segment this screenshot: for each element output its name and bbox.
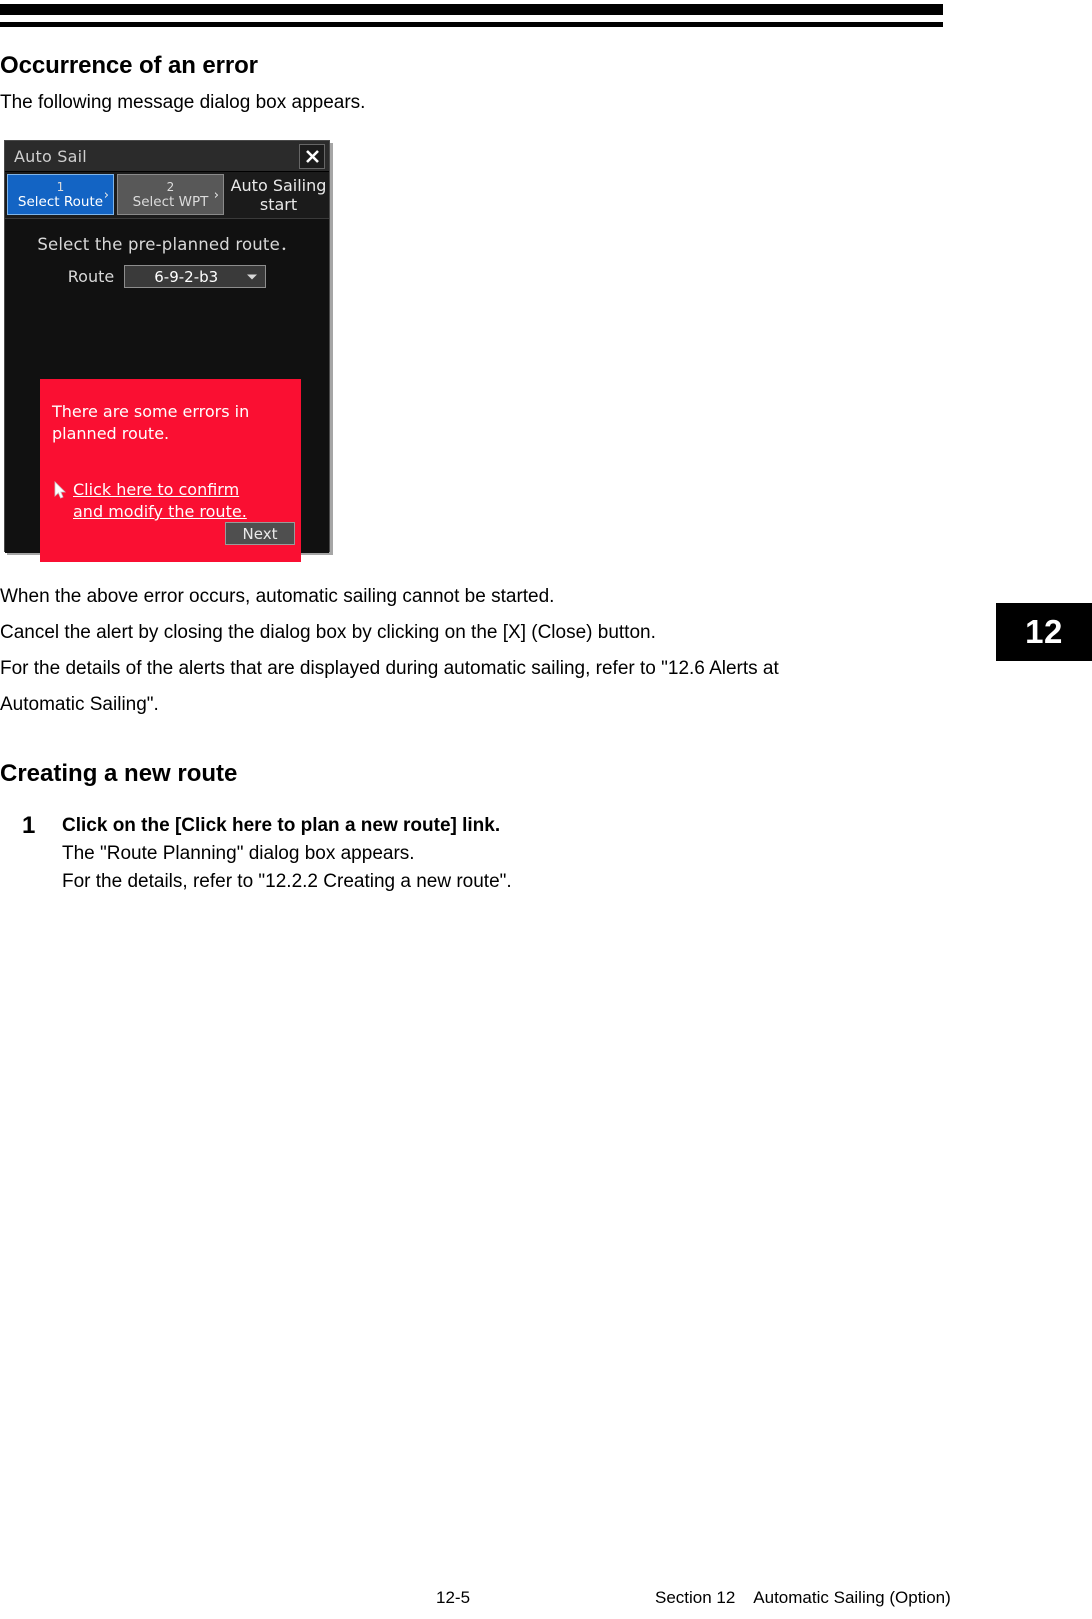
- error-link-row[interactable]: Click here to confirm and modify the rou…: [52, 479, 301, 523]
- step-1: 1 Click on the [Click here to plan a new…: [0, 812, 800, 896]
- header-rule-thin: [0, 22, 943, 27]
- step-1-body: Click on the [Click here to plan a new r…: [62, 812, 800, 896]
- dialog-body: Select the pre-planned route． Route 6-9-…: [5, 218, 329, 562]
- tab-select-wpt-number: 2: [166, 179, 175, 194]
- step-1-line-2: The "Route Planning" dialog box appears.: [62, 843, 415, 864]
- next-button[interactable]: Next: [225, 522, 295, 545]
- tab-select-wpt-label: Select WPT: [132, 193, 209, 210]
- tab-select-route[interactable]: 1 Select Route ›: [7, 174, 114, 215]
- tab-select-wpt[interactable]: 2 Select WPT ›: [117, 174, 224, 215]
- cursor-pointer-icon: [52, 481, 70, 501]
- section-thumb-tab: 12: [996, 603, 1092, 661]
- auto-sailing-start-label: Auto Sailing start: [230, 174, 327, 215]
- auto-sail-dialog: Auto Sail 1 Select Route › 2 Select WPT …: [4, 140, 330, 562]
- route-prompt-text: Select the pre-planned route．: [37, 235, 297, 254]
- dialog-tabs: 1 Select Route › 2 Select WPT › Auto Sai…: [5, 172, 329, 218]
- route-dropdown[interactable]: 6-9-2-b3: [124, 265, 267, 288]
- tab-select-route-label: Select Route: [17, 193, 104, 210]
- dialog-title: Auto Sail: [14, 146, 87, 166]
- error-confirm-modify-link[interactable]: Click here to confirm and modify the rou…: [73, 479, 273, 523]
- chevron-down-icon: [247, 274, 258, 279]
- close-icon[interactable]: [299, 144, 325, 169]
- footer-section-label: Section 12 Automatic Sailing (Option): [655, 1588, 951, 1607]
- paragraph-1: When the above error occurs, automatic s…: [0, 586, 555, 607]
- chevron-right-icon: ›: [213, 188, 219, 203]
- body-paragraphs: When the above error occurs, automatic s…: [0, 583, 900, 727]
- auto-sailing-start-line2: start: [259, 194, 298, 214]
- route-field-label: Route: [67, 267, 115, 286]
- page-title-occurrence-of-an-error: Occurrence of an error: [0, 52, 258, 79]
- chevron-right-icon: ›: [103, 188, 109, 203]
- paragraph-4: Automatic Sailing".: [0, 694, 159, 715]
- paragraph-3: For the details of the alerts that are d…: [0, 658, 779, 679]
- tab-select-route-number: 1: [56, 179, 65, 194]
- route-dropdown-value: 6-9-2-b3: [154, 267, 219, 286]
- step-1-title: Click on the [Click here to plan a new r…: [62, 815, 501, 836]
- auto-sailing-start-line1: Auto Sailing: [230, 175, 327, 195]
- route-selection-row: Route 6-9-2-b3: [5, 265, 329, 288]
- header-rule-thick: [0, 4, 943, 15]
- paragraph-2: Cancel the alert by closing the dialog b…: [0, 622, 656, 643]
- intro-text: The following message dialog box appears…: [0, 92, 366, 113]
- step-1-number: 1: [22, 812, 36, 839]
- step-1-line-3: For the details, refer to "12.2.2 Creati…: [62, 871, 512, 892]
- dialog-titlebar: Auto Sail: [5, 141, 329, 172]
- page-title-creating-a-new-route: Creating a new route: [0, 760, 238, 787]
- error-message-text: There are some errors in planned route.: [52, 402, 250, 443]
- footer-page-number: 12-5: [436, 1588, 471, 1607]
